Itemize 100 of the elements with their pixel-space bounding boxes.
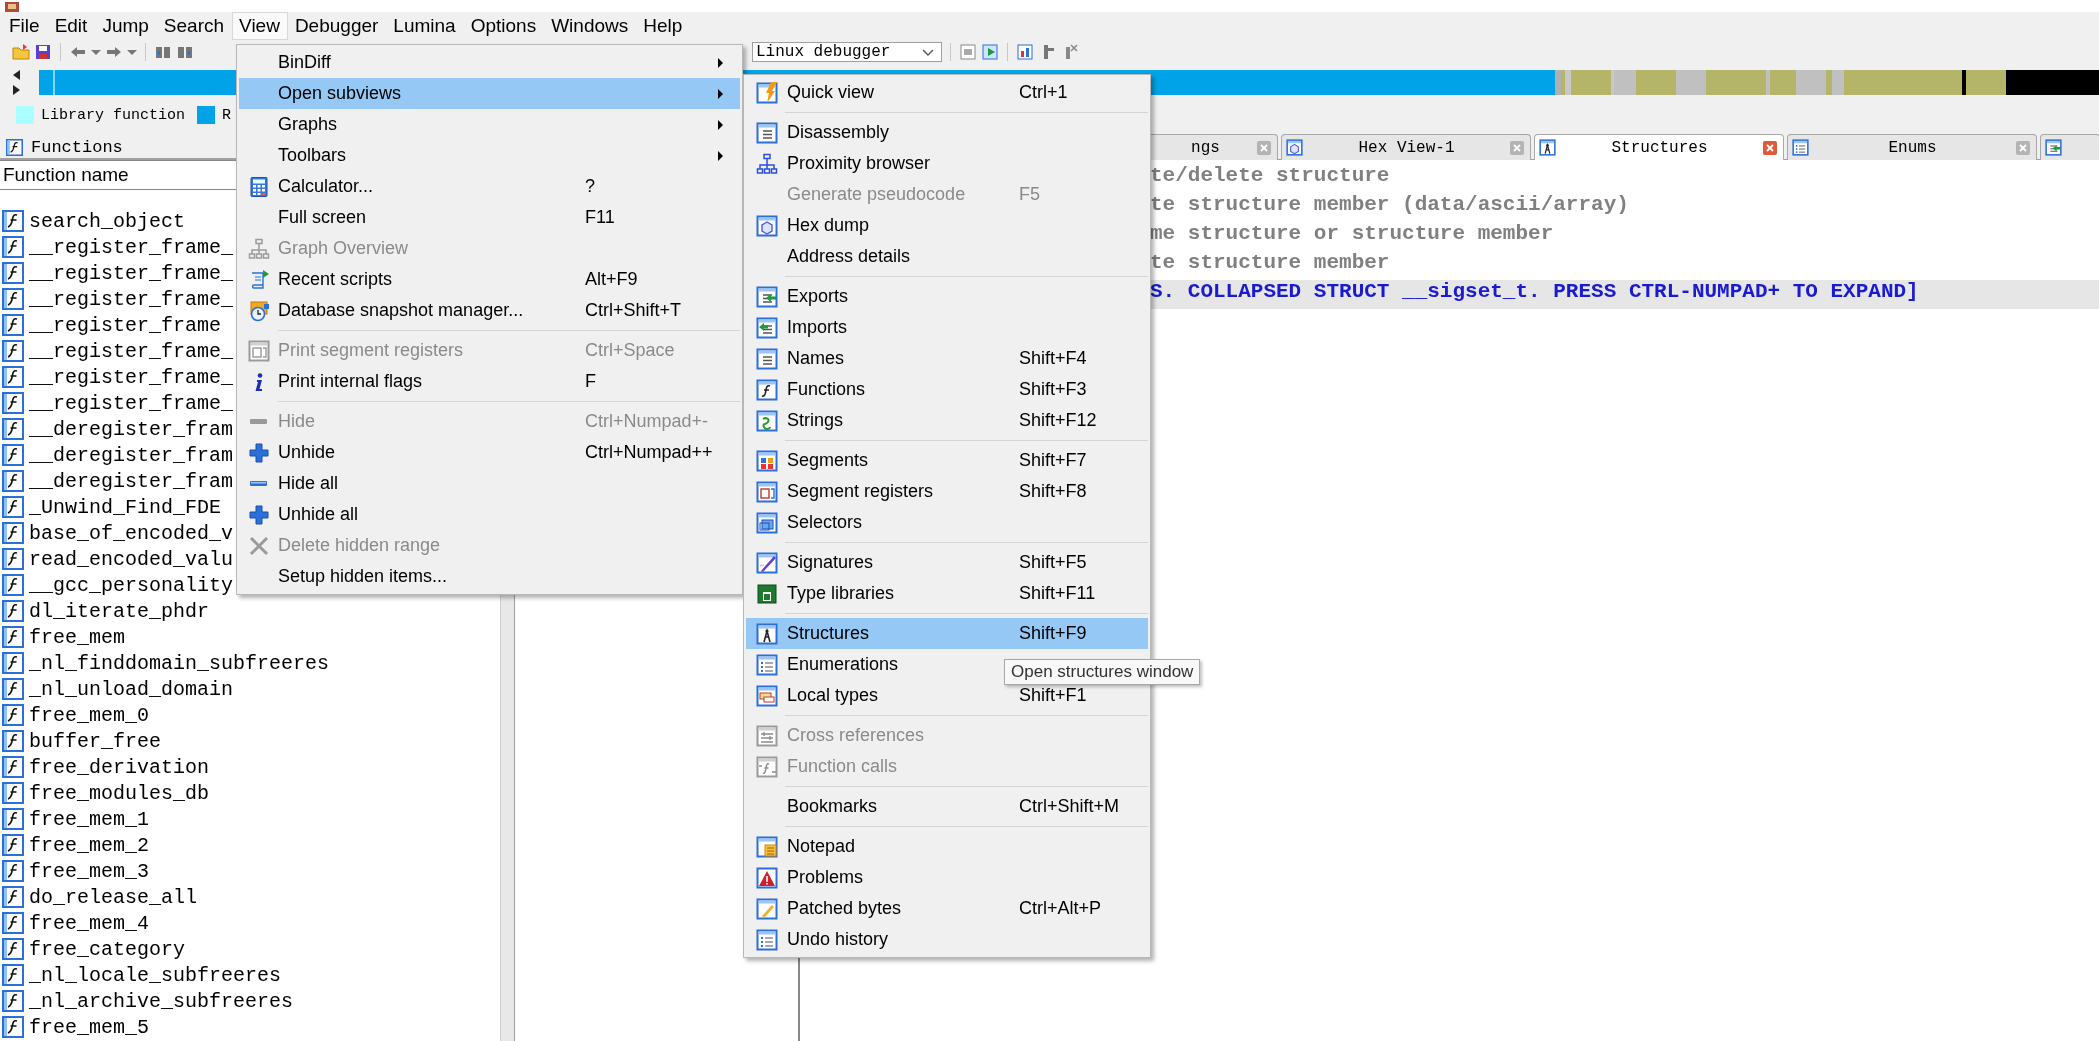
function-name[interactable]: __register_frame_ [29, 365, 234, 389]
menu-item[interactable]: Full screen F11 [239, 202, 740, 233]
submenu-arrow-icon [718, 119, 723, 130]
function-name[interactable]: free_mem_4 [29, 911, 150, 935]
function-name[interactable]: _Unwind_Find_FDE [29, 495, 222, 519]
plus-icon [247, 503, 270, 526]
legend-label: R [222, 106, 232, 124]
menu-item[interactable]: Unhide all [239, 499, 740, 530]
function-name[interactable]: free_mem_5 [29, 1015, 150, 1039]
menu-item[interactable]: Selectors [746, 507, 1148, 538]
menu-bar-item[interactable]: Windows [544, 12, 637, 40]
function-name[interactable]: read_encoded_valu [29, 547, 234, 571]
menu-item[interactable]: Graphs [239, 109, 740, 140]
function-name[interactable]: __deregister_fram [29, 443, 234, 467]
function-name[interactable]: do_release_all [29, 885, 198, 909]
left-arrow-icon [12, 69, 21, 80]
function-name[interactable]: buffer_free [29, 729, 162, 753]
close-button[interactable] [1257, 140, 1271, 155]
function-name[interactable]: _nl_finddomain_subfreeres [29, 651, 330, 675]
menu-item[interactable]: Print internal flags F [239, 366, 740, 397]
register-icon [755, 480, 778, 503]
menu-item[interactable]: Open subviews [239, 78, 740, 109]
function-name[interactable]: __register_frame_ [29, 339, 234, 363]
function-name[interactable]: __deregister_fram [29, 417, 234, 441]
menu-item[interactable]: Exports [746, 281, 1148, 312]
menu-item[interactable]: Signatures Shift+F5 [746, 547, 1148, 578]
menu-item[interactable]: Patched bytes Ctrl+Alt+P [746, 893, 1148, 924]
function-icon [755, 378, 778, 401]
menu-bar-item[interactable]: View [232, 12, 288, 40]
menu-item[interactable]: Problems [746, 862, 1148, 893]
menu-item[interactable]: Strings Shift+F12 [746, 405, 1148, 436]
function-name[interactable]: _nl_locale_subfreeres [29, 963, 282, 987]
menu-item[interactable]: Disassembly [746, 117, 1148, 148]
function-name[interactable]: free_mem_3 [29, 859, 150, 883]
function-name[interactable]: __register_frame_ [29, 287, 234, 311]
debugger-dropdown[interactable]: Linux debugger [752, 42, 942, 62]
list-window-icon [755, 121, 778, 144]
function-name[interactable]: __deregister_fram [29, 469, 234, 493]
function-name[interactable]: __register_frame_ [29, 261, 234, 285]
close-button[interactable] [1763, 140, 1777, 155]
function-name[interactable]: free_category [29, 937, 186, 961]
function-name[interactable]: _nl_archive_subfreeres [29, 989, 294, 1013]
tab[interactable]: Hex View-1 [1281, 134, 1531, 160]
pencil-icon [755, 897, 778, 920]
menu-bar-item[interactable]: Jump [95, 12, 157, 40]
function-name[interactable]: free_mem [29, 625, 125, 649]
app-icon [4, 2, 20, 12]
tab[interactable] [2040, 134, 2099, 160]
menu-item[interactable]: Hide all [239, 468, 740, 499]
menu-item[interactable]: Toolbars [239, 140, 740, 171]
tab[interactable]: ngs [1150, 134, 1278, 160]
menu-item[interactable]: Hex dump [746, 210, 1148, 241]
menu-item[interactable]: Undo history [746, 924, 1148, 955]
menu-bar-item[interactable]: Search [156, 12, 233, 40]
menu-item[interactable]: Quick view Ctrl+1 [746, 77, 1148, 108]
tab[interactable]: Structures [1534, 134, 1784, 160]
menu-item[interactable]: Setup hidden items... [239, 561, 740, 592]
menu-item[interactable]: Structures Shift+F9 [746, 618, 1148, 649]
function-name[interactable]: _nl_unload_domain [29, 677, 234, 701]
menu-item[interactable]: Bookmarks Ctrl+Shift+M [746, 791, 1148, 822]
cross-reference-icon [755, 724, 778, 747]
menu-bar-item[interactable]: File [2, 12, 48, 40]
menu-bar-item[interactable]: Lumina [386, 12, 464, 40]
segments-icon [755, 449, 778, 472]
menu-item[interactable]: Proximity browser [746, 148, 1148, 179]
menu-item[interactable]: Unhide Ctrl+Numpad++ [239, 437, 740, 468]
function-name[interactable]: free_modules_db [29, 781, 210, 805]
function-name[interactable]: __register_frame [29, 313, 222, 337]
close-button[interactable] [2016, 140, 2030, 155]
function-name[interactable]: search_object [29, 209, 186, 233]
menu-item[interactable]: Imports [746, 312, 1148, 343]
function-name[interactable]: free_mem_1 [29, 807, 150, 831]
menu-item[interactable]: Segments Shift+F7 [746, 445, 1148, 476]
close-button[interactable] [1510, 140, 1524, 155]
legend-label: Library function [41, 106, 186, 124]
menu-item[interactable]: BinDiff [239, 47, 740, 78]
play-window-icon [981, 43, 999, 61]
menu-item[interactable]: Address details [746, 241, 1148, 272]
menu-item[interactable]: Segment registers Shift+F8 [746, 476, 1148, 507]
function-name[interactable]: __register_frame_ [29, 391, 234, 415]
menu-item[interactable]: Calculator... ? [239, 171, 740, 202]
menu-item[interactable]: Type libraries Shift+F11 [746, 578, 1148, 609]
menu-bar-item[interactable]: Edit [47, 12, 96, 40]
function-name[interactable]: base_of_encoded_v [29, 521, 234, 545]
menu-bar-item[interactable]: Debugger [287, 12, 387, 40]
menu-item[interactable]: Database snapshot manager... Ctrl+Shift+T [239, 295, 740, 326]
tab[interactable]: Enums [1787, 134, 2037, 160]
menu-bar-item[interactable]: Help [636, 12, 691, 40]
function-name[interactable]: free_mem_0 [29, 703, 150, 727]
menu-item[interactable]: Names Shift+F4 [746, 343, 1148, 374]
menu-item[interactable]: Functions Shift+F3 [746, 374, 1148, 405]
function-name[interactable]: free_mem_2 [29, 833, 150, 857]
function-name[interactable]: __gcc_personality [29, 573, 234, 597]
chart-window-icon [1016, 43, 1034, 61]
menu-bar-item[interactable]: Options [463, 12, 545, 40]
function-name[interactable]: dl_iterate_phdr [29, 599, 210, 623]
function-name[interactable]: free_derivation [29, 755, 210, 779]
menu-item[interactable]: Recent scripts Alt+F9 [239, 264, 740, 295]
menu-item[interactable]: Notepad [746, 831, 1148, 862]
function-name[interactable]: __register_frame_ [29, 235, 234, 259]
